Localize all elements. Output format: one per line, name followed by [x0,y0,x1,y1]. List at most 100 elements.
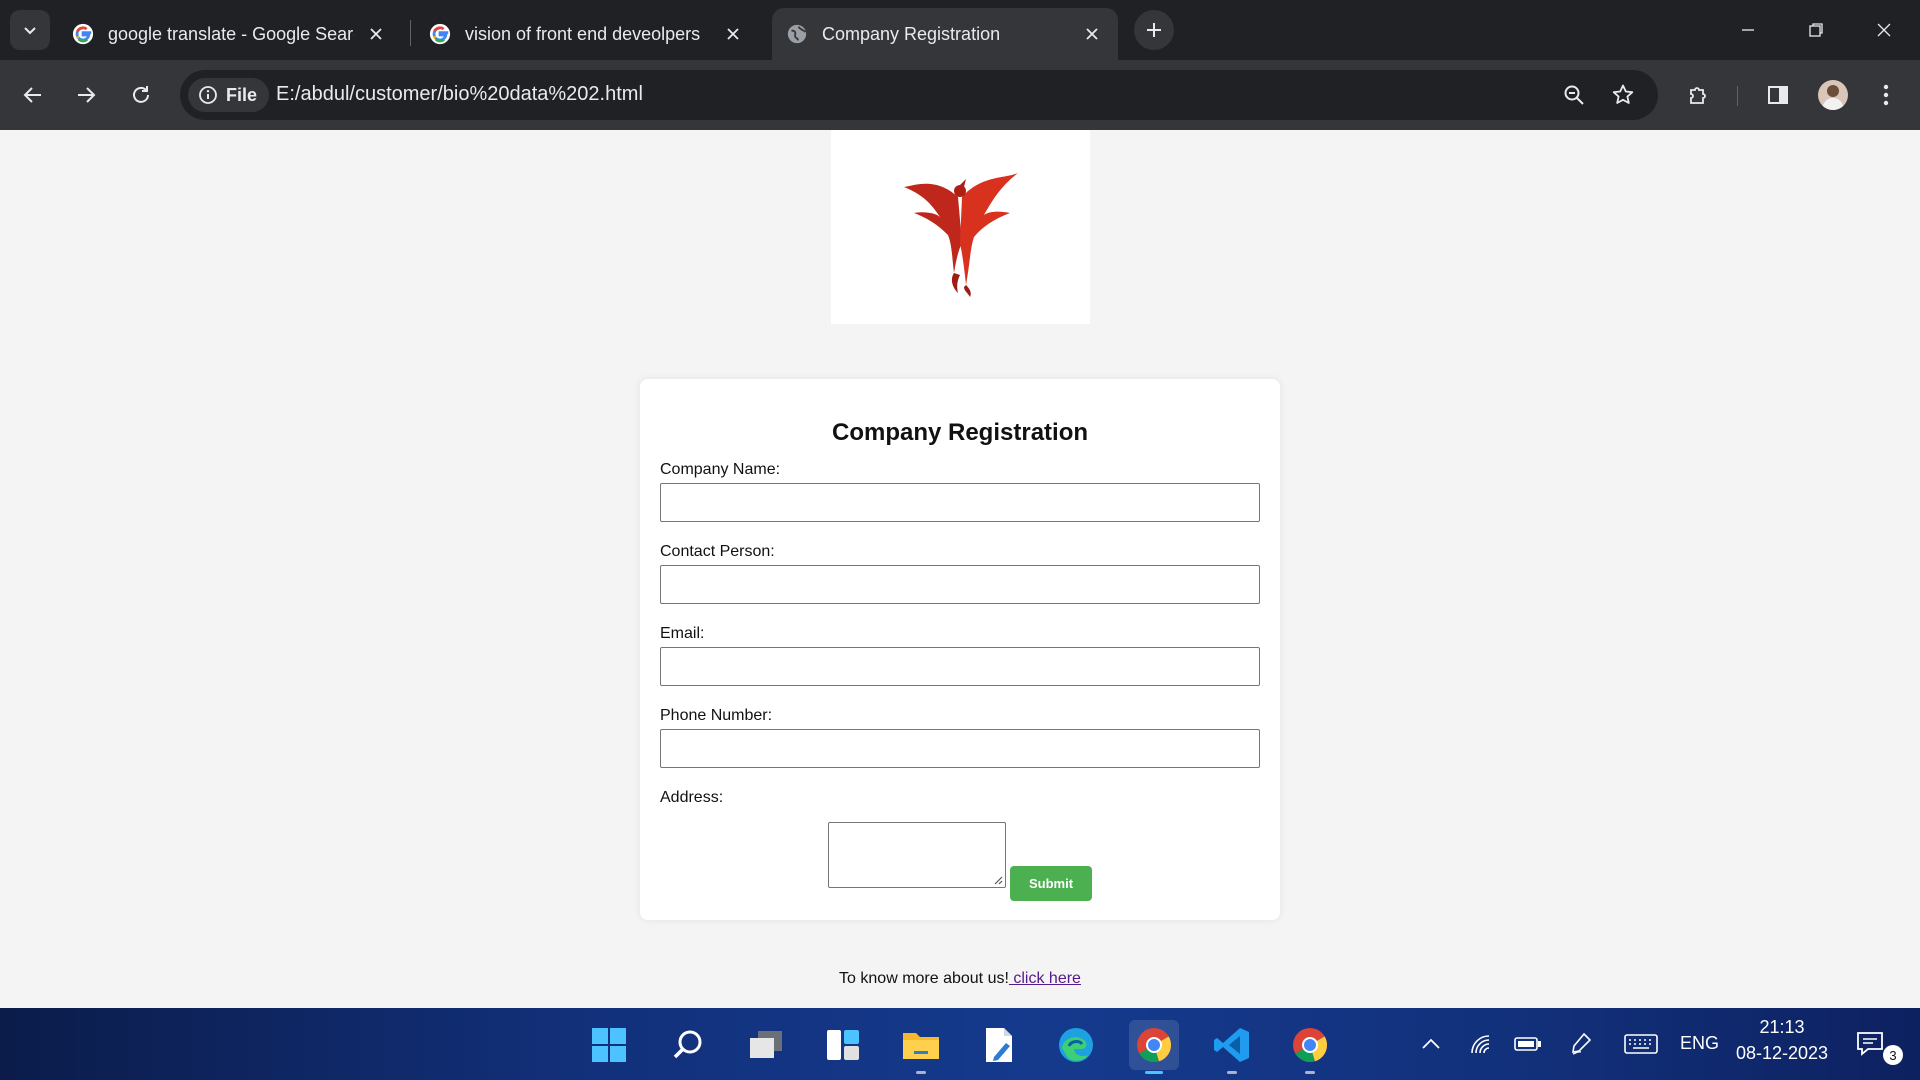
widgets-button[interactable] [818,1020,868,1070]
tab-company-registration[interactable]: Company Registration [772,8,1118,60]
google-g-icon [429,23,451,45]
phoenix-logo-icon [903,173,1018,297]
tab-title: vision of front end deveolpers [465,23,701,44]
click-here-link[interactable]: click here [1009,970,1081,987]
star-icon [1612,84,1634,104]
reload-icon [133,86,149,103]
footer-text: To know more about us! [839,970,1009,987]
window-close-button[interactable] [1850,0,1918,60]
zoom-out-icon [1564,85,1584,105]
toolbar-divider [1737,86,1738,106]
notification-icon [1857,1032,1883,1056]
bookmark-button[interactable] [1603,75,1643,115]
vscode-button[interactable] [1207,1020,1257,1074]
site-info-chip[interactable]: File [188,78,270,112]
chrome-icon [1293,1028,1328,1063]
side-panel-button[interactable] [1758,75,1798,115]
browser-menu-button[interactable] [1866,75,1906,115]
edge-icon [1059,1028,1093,1062]
address-textarea[interactable] [828,822,1006,888]
close-icon[interactable] [1080,22,1104,46]
more-vertical-icon [1883,84,1889,106]
notification-count-badge: 3 [1883,1045,1903,1065]
running-indicator [1305,1071,1315,1074]
windows-taskbar: ENG 21:13 08-12-2023 [0,1008,1920,1080]
widgets-icon [827,1030,859,1060]
windows-logo-icon [592,1028,626,1062]
registration-form-card: Company Registration Company Name: Conta… [640,379,1280,920]
chevron-down-icon [24,27,36,35]
address-bar[interactable]: File E:/abdul/customer/bio%20data%202.ht… [180,70,1658,120]
restore-button[interactable] [1782,0,1850,60]
input-language[interactable]: ENG [1680,1033,1719,1054]
address-label: Address: [660,789,724,806]
zoom-button[interactable] [1554,75,1594,115]
reload-button[interactable] [121,75,161,115]
email-input[interactable] [660,647,1260,686]
side-panel-icon [1768,86,1788,104]
vscode-icon [1214,1028,1249,1062]
new-tab-button[interactable] [1134,10,1174,50]
profile-avatar[interactable] [1818,80,1848,110]
clock[interactable]: 21:13 08-12-2023 [1730,1014,1834,1066]
file-explorer-button[interactable] [896,1020,946,1074]
browser-toolbar: File E:/abdul/customer/bio%20data%202.ht… [0,60,1920,130]
form-title: Company Registration [831,419,1089,446]
phone-number-input[interactable] [660,729,1260,768]
minimize-icon [1742,29,1754,31]
contact-person-input[interactable] [660,565,1260,604]
tab-title: Company Registration [822,23,1001,44]
running-indicator [916,1071,926,1074]
tab-google-translate[interactable]: google translate - Google Search [58,8,402,60]
chrome-icon [1137,1028,1172,1063]
wifi-icon [1471,1035,1490,1054]
pen-menu-button[interactable] [1563,1026,1599,1062]
contact-person-label: Contact Person: [660,543,775,560]
active-indicator [1145,1071,1163,1074]
search-button[interactable] [663,1020,713,1070]
pen-icon [1572,1032,1592,1055]
site-chip-label: File [226,84,258,105]
tab-vision-front-end[interactable]: vision of front end deveolpers [415,8,759,60]
email-label: Email: [660,625,705,642]
plus-icon [1147,23,1161,37]
folder-icon [903,1033,939,1059]
network-button[interactable] [1463,1026,1499,1062]
minimize-button[interactable] [1714,0,1782,60]
url-text[interactable]: E:/abdul/customer/bio%20data%202.html [276,83,643,106]
arrow-left-icon [23,87,41,103]
back-button[interactable] [13,75,53,115]
close-icon[interactable] [721,22,745,46]
keyboard-icon [1624,1034,1658,1054]
info-icon [199,86,217,104]
clock-time: 21:13 [1759,1017,1805,1037]
running-indicator [1227,1071,1237,1074]
chevron-up-icon [1422,1038,1440,1049]
browser-tab-strip: google translate - Google Search vision … [0,0,1920,60]
phone-number-label: Phone Number: [660,707,773,724]
task-view-button[interactable] [741,1020,791,1070]
company-name-label: Company Name: [660,461,781,478]
google-g-icon [72,23,94,45]
resize-grip-icon[interactable] [993,875,1003,885]
notepad-app-button[interactable] [974,1020,1024,1070]
puzzle-icon [1690,87,1706,104]
arrow-right-icon [78,87,96,103]
document-edit-icon [986,1028,1012,1062]
tab-search-button[interactable] [10,10,50,50]
chrome-button[interactable] [1285,1020,1335,1074]
battery-button[interactable] [1510,1026,1546,1062]
touch-keyboard-button[interactable] [1623,1026,1659,1062]
footer-line: To know more about us! click here [0,970,1920,988]
clock-date: 08-12-2023 [1735,1043,1829,1063]
company-name-input[interactable] [660,483,1260,522]
start-button[interactable] [584,1020,634,1070]
search-icon [673,1030,702,1059]
extensions-button[interactable] [1679,75,1719,115]
submit-button[interactable]: Submit [1010,866,1092,901]
show-hidden-icons-button[interactable] [1413,1026,1449,1062]
forward-button[interactable] [66,75,106,115]
edge-button[interactable] [1051,1020,1101,1070]
close-icon[interactable] [364,22,388,46]
chrome-button-active[interactable] [1129,1020,1179,1074]
